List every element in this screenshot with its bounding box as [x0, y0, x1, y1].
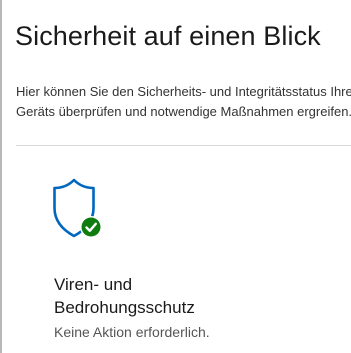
- tile-title: Viren- und Bedrohungsschutz: [54, 273, 274, 319]
- tile-title-line-1: Viren- und: [54, 275, 133, 294]
- description-line-1: Hier können Sie den Sicherheits- und Int…: [16, 84, 351, 99]
- virus-threat-protection-tile[interactable]: Viren- und Bedrohungsschutz Keine Aktion…: [16, 160, 316, 353]
- tile-title-line-2: Bedrohungsschutz: [54, 298, 195, 317]
- page-description: Hier können Sie den Sicherheits- und Int…: [16, 82, 351, 122]
- shield-check-icon: [53, 178, 102, 238]
- description-line-2: Geräts überprüfen und notwendige Maßnahm…: [16, 104, 351, 119]
- security-overview-page: Sicherheit auf einen Blick Hier können S…: [2, 0, 351, 353]
- section-divider: [16, 145, 351, 146]
- tile-status-text: Keine Aktion erforderlich.: [54, 324, 210, 340]
- page-title: Sicherheit auf einen Blick: [15, 21, 321, 51]
